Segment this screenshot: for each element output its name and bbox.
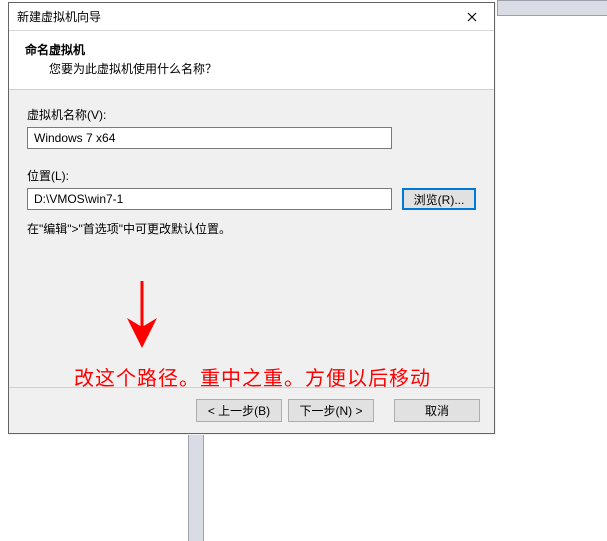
cancel-button[interactable]: 取消 [394, 399, 480, 422]
annotation-arrow [127, 279, 157, 349]
close-button[interactable] [450, 3, 494, 30]
header-panel: 命名虚拟机 您要为此虚拟机使用什么名称？ [9, 31, 494, 90]
back-button[interactable]: < 上一步(B) [196, 399, 282, 422]
background-decor-vertical [188, 435, 204, 541]
close-icon [467, 12, 477, 22]
annotation-text: 改这个路径。重中之重。方便以后移动 [74, 362, 431, 391]
background-decor-top [497, 0, 607, 16]
location-input[interactable] [27, 188, 392, 210]
browse-button[interactable]: 浏览(R)... [402, 188, 476, 210]
header-title: 命名虚拟机 [25, 41, 478, 58]
next-button[interactable]: 下一步(N) > [288, 399, 374, 422]
dialog-footer: < 上一步(B) 下一步(N) > 取消 [9, 387, 494, 433]
dialog-body: 虚拟机名称(V): 位置(L): 浏览(R)... 在"编辑">"首选项"中可更… [9, 90, 494, 387]
window-title: 新建虚拟机向导 [17, 8, 101, 25]
hint-text: 在"编辑">"首选项"中可更改默认位置。 [27, 220, 476, 237]
header-subtitle: 您要为此虚拟机使用什么名称？ [25, 60, 478, 77]
titlebar: 新建虚拟机向导 [9, 3, 494, 31]
wizard-dialog: 新建虚拟机向导 命名虚拟机 您要为此虚拟机使用什么名称？ 虚拟机名称(V): 位… [8, 2, 495, 434]
location-label: 位置(L): [27, 167, 476, 184]
vm-name-input[interactable] [27, 127, 392, 149]
vm-name-label: 虚拟机名称(V): [27, 106, 476, 123]
